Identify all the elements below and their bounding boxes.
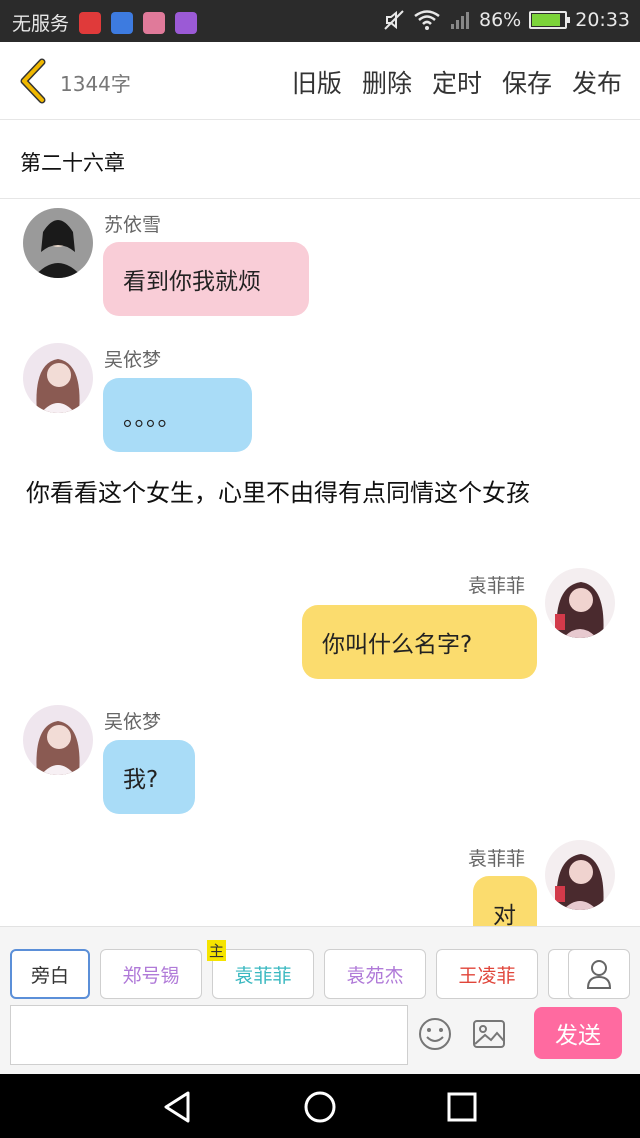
carrier-text: 无服务: [12, 13, 70, 35]
delete-button[interactable]: 删除: [362, 64, 412, 100]
publish-button[interactable]: 发布: [572, 64, 622, 100]
message-bubble[interactable]: 看到你我就烦: [103, 242, 309, 316]
save-button[interactable]: 保存: [502, 64, 552, 100]
message-input[interactable]: [10, 1005, 408, 1065]
recents-square-icon[interactable]: [446, 1091, 478, 1123]
battery-percent: 86%: [479, 9, 522, 31]
avatar[interactable]: [23, 208, 93, 278]
sender-name: 吴依梦: [104, 349, 162, 371]
person-icon: [586, 960, 612, 989]
battery-level: [532, 14, 560, 26]
role-character[interactable]: 袁苑杰: [324, 949, 426, 999]
word-count: 1344字: [60, 72, 131, 96]
status-right: 86% 20:33: [383, 9, 630, 31]
pink-app-icon: [143, 11, 166, 34]
role-label: 王凌菲: [458, 964, 516, 987]
old-version-button[interactable]: 旧版: [292, 64, 342, 100]
battery-icon: [529, 11, 571, 29]
gallery-app-icon: [175, 11, 198, 34]
send-button[interactable]: 发送: [534, 1007, 622, 1059]
android-nav-bar: [0, 1074, 640, 1138]
sender-name: 袁菲菲: [468, 575, 526, 597]
narration-text[interactable]: 你看看这个女生，心里不由得有点同情这个女孩: [26, 476, 606, 510]
chat-area[interactable]: 苏依雪 看到你我就烦 吴依梦 。。。。 你看看这个女生，心里不由得有点同情这个女…: [0, 200, 640, 926]
role-label: 袁苑杰: [346, 964, 404, 987]
emoji-icon[interactable]: [418, 1017, 452, 1051]
sender-name: 袁菲菲: [468, 848, 526, 870]
image-icon[interactable]: [472, 1019, 506, 1049]
input-panel: 旁白 郑号锡 主 袁菲菲 袁苑杰 王凌菲 发送: [0, 926, 640, 1074]
chapter-title[interactable]: 第二十六章: [0, 121, 640, 199]
message-bubble[interactable]: 。。。。: [103, 378, 252, 452]
role-selector: 旁白 郑号锡 主 袁菲菲 袁苑杰 王凌菲: [10, 940, 588, 999]
role-label: 郑号锡: [122, 964, 180, 987]
sender-name: 吴依梦: [104, 711, 162, 733]
avatar[interactable]: [545, 840, 615, 910]
avatar[interactable]: [23, 705, 93, 775]
status-bar: 无服务 86% 20:33: [0, 0, 640, 42]
clock: 20:33: [575, 9, 630, 31]
main-role-badge: 主: [207, 940, 227, 961]
message-bubble[interactable]: 对: [473, 876, 537, 926]
signal-icon: [451, 12, 469, 29]
status-left: 无服务: [12, 9, 198, 36]
mute-icon: [384, 10, 404, 30]
character-manage-button[interactable]: [568, 949, 630, 999]
location-app-icon: [111, 11, 134, 34]
back-arrow-icon[interactable]: [14, 58, 54, 104]
role-label: 旁白: [30, 964, 69, 987]
schedule-button[interactable]: 定时: [432, 64, 482, 100]
netease-music-icon: [79, 11, 102, 34]
home-circle-icon[interactable]: [303, 1090, 337, 1124]
role-main-character[interactable]: 主 袁菲菲: [207, 940, 314, 999]
sender-name: 苏依雪: [104, 214, 162, 236]
message-bubble[interactable]: 你叫什么名字?: [302, 605, 537, 679]
wifi-icon: [414, 10, 440, 30]
role-character[interactable]: 郑号锡: [100, 949, 202, 999]
avatar[interactable]: [23, 343, 93, 413]
header-actions: 旧版 删除 定时 保存 发布: [292, 64, 622, 100]
role-label: 袁菲菲: [234, 964, 292, 987]
editor-header: 1344字 旧版 删除 定时 保存 发布: [0, 42, 640, 120]
message-bubble[interactable]: 我?: [103, 740, 195, 814]
role-character[interactable]: 王凌菲: [436, 949, 538, 999]
role-narrator[interactable]: 旁白: [10, 949, 90, 999]
avatar[interactable]: [545, 568, 615, 638]
back-triangle-icon[interactable]: [160, 1090, 194, 1124]
